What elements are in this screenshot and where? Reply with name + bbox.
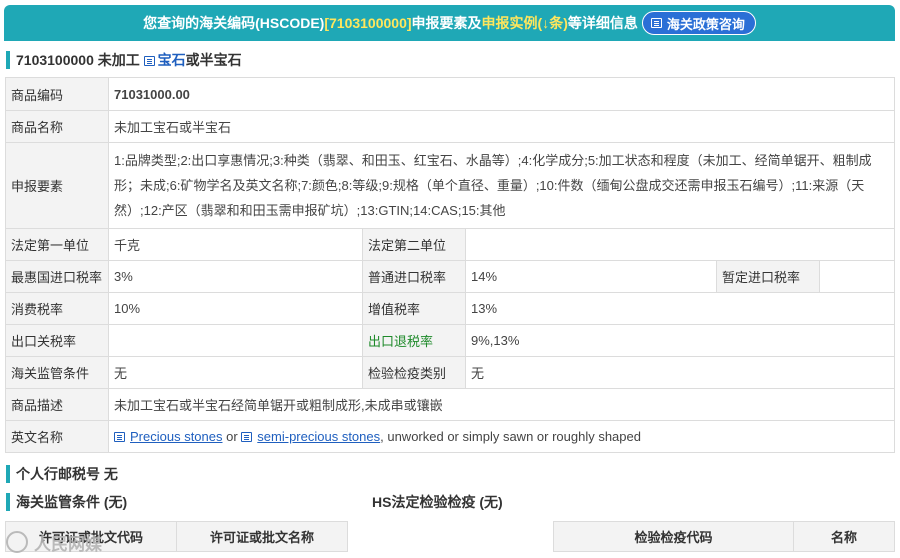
mfn-import-rate-label: 最惠国进口税率 bbox=[5, 260, 109, 293]
inspection-table: 检验检疫代码 名称 bbox=[553, 521, 895, 552]
permit-name-header: 许可证或批文名称 bbox=[176, 521, 348, 552]
document-icon bbox=[114, 432, 125, 442]
customs-supervision-value: 无 bbox=[108, 356, 363, 389]
customs-policy-button[interactable]: 海关政策咨询 bbox=[641, 11, 756, 35]
hscode-header-bar: 您查询的海关编码(HSCODE) [7103100000] 申报要素及 申报实例… bbox=[4, 5, 895, 41]
general-import-rate-value: 14% bbox=[465, 260, 717, 293]
export-tax-value bbox=[108, 324, 363, 357]
table-row: 出口关税率 出口退税率 9%,13% bbox=[5, 324, 896, 357]
english-name-value: Precious stones or semi-precious stones,… bbox=[107, 420, 896, 453]
gemstone-link-label: 宝石 bbox=[157, 52, 186, 68]
document-icon bbox=[650, 18, 662, 28]
first-unit-value: 千克 bbox=[108, 228, 363, 261]
table-row: 商品描述 未加工宝石或半宝石经简单锯开或粗制成形,未成串或镶嵌 bbox=[5, 388, 896, 421]
customs-policy-button-label: 海关政策咨询 bbox=[666, 16, 745, 32]
export-tax-label: 出口关税率 bbox=[5, 324, 109, 357]
commodity-name-value: 未加工宝石或半宝石 bbox=[107, 110, 896, 143]
header-prefix: 您查询的海关编码(HSCODE) bbox=[143, 15, 325, 31]
supervision-conditions-section: 海关监管条件 (无) bbox=[6, 493, 127, 511]
table-row: 申报要素 1:品牌类型;2:出口享惠情况;3:种类（翡翠、和田玉、红宝石、水晶等… bbox=[5, 142, 896, 229]
table-row: 商品编码 71031000.00 bbox=[5, 77, 896, 111]
provisional-import-rate-label: 暂定进口税率 bbox=[716, 260, 820, 293]
inspection-category-label: 检验检疫类别 bbox=[362, 356, 466, 389]
provisional-import-rate-value bbox=[818, 260, 896, 293]
inspection-code-header: 检验检疫代码 bbox=[553, 521, 794, 552]
commodity-code-value: 71031000.00 bbox=[107, 77, 896, 111]
declaration-elements-value: 1:品牌类型;2:出口享惠情况;3:种类（翡翠、和田玉、红宝石、水晶等）;4:化… bbox=[107, 142, 896, 229]
vat-rate-value: 13% bbox=[464, 292, 896, 325]
table-row: 法定第一单位 千克 法定第二单位 bbox=[5, 228, 896, 261]
inspection-category-value: 无 bbox=[464, 356, 896, 389]
header-suffix: 等详细信息 bbox=[567, 15, 638, 31]
header-mid: 申报要素及 bbox=[411, 15, 482, 31]
permit-table: 许可证或批文代码 许可证或批文名称 bbox=[5, 521, 348, 552]
declaration-examples-link[interactable]: 申报实例(↓条) bbox=[482, 13, 568, 33]
product-title-rest: 或半宝石 bbox=[185, 52, 242, 68]
hs-inspection-section: HS法定检验检疫 (无) bbox=[372, 494, 503, 510]
document-icon bbox=[241, 432, 253, 442]
declaration-elements-label: 申报要素 bbox=[5, 142, 109, 229]
product-info-table: 商品编码 71031000.00 商品名称 未加工宝石或半宝石 申报要素 1:品… bbox=[5, 77, 896, 453]
export-rebate-label[interactable]: 出口退税率 bbox=[362, 324, 466, 357]
mfn-import-rate-value: 3% bbox=[108, 260, 363, 293]
first-unit-label: 法定第一单位 bbox=[5, 228, 109, 261]
english-name-rest: , unworked or simply sawn or roughly sha… bbox=[380, 429, 641, 444]
table-row: 海关监管条件 无 检验检疫类别 无 bbox=[5, 356, 896, 389]
vat-rate-label: 增值税率 bbox=[362, 292, 466, 325]
general-import-rate-label: 普通进口税率 bbox=[362, 260, 466, 293]
description-label: 商品描述 bbox=[5, 388, 109, 421]
commodity-name-label: 商品名称 bbox=[5, 110, 109, 143]
permit-code-header: 许可证或批文代码 bbox=[5, 521, 177, 552]
table-row: 最惠国进口税率 3% 普通进口税率 14% 暂定进口税率 bbox=[5, 260, 896, 293]
english-or: or bbox=[222, 429, 242, 444]
gemstone-link[interactable]: 宝石 bbox=[143, 52, 186, 68]
commodity-code-label: 商品编码 bbox=[5, 77, 109, 111]
description-value: 未加工宝石或半宝石经简单锯开或粗制成形,未成串或镶嵌 bbox=[107, 388, 896, 421]
export-rebate-value: 9%,13% bbox=[464, 324, 896, 357]
table-row: 商品名称 未加工宝石或半宝石 bbox=[5, 110, 896, 143]
english-name-label: 英文名称 bbox=[5, 420, 109, 453]
header-code: [7103100000] bbox=[324, 15, 412, 31]
postal-tax-section: 个人行邮税号 无 bbox=[6, 465, 118, 483]
table-row: 消费税率 10% 增值税率 13% bbox=[5, 292, 896, 325]
precious-stones-link[interactable]: Precious stones bbox=[130, 429, 223, 444]
document-icon bbox=[143, 56, 155, 66]
second-unit-value bbox=[464, 228, 896, 261]
consumption-tax-value: 10% bbox=[108, 292, 363, 325]
second-unit-label: 法定第二单位 bbox=[362, 228, 466, 261]
product-title-code: 7103100000 未加工 bbox=[16, 52, 140, 68]
product-title: 7103100000 未加工 宝石或半宝石 bbox=[6, 51, 242, 69]
customs-supervision-label: 海关监管条件 bbox=[5, 356, 109, 389]
inspection-name-header: 名称 bbox=[793, 521, 895, 552]
consumption-tax-label: 消费税率 bbox=[5, 292, 109, 325]
table-row: 英文名称 Precious stones or semi-precious st… bbox=[5, 420, 896, 453]
semi-precious-stones-link[interactable]: semi-precious stones bbox=[257, 429, 380, 444]
